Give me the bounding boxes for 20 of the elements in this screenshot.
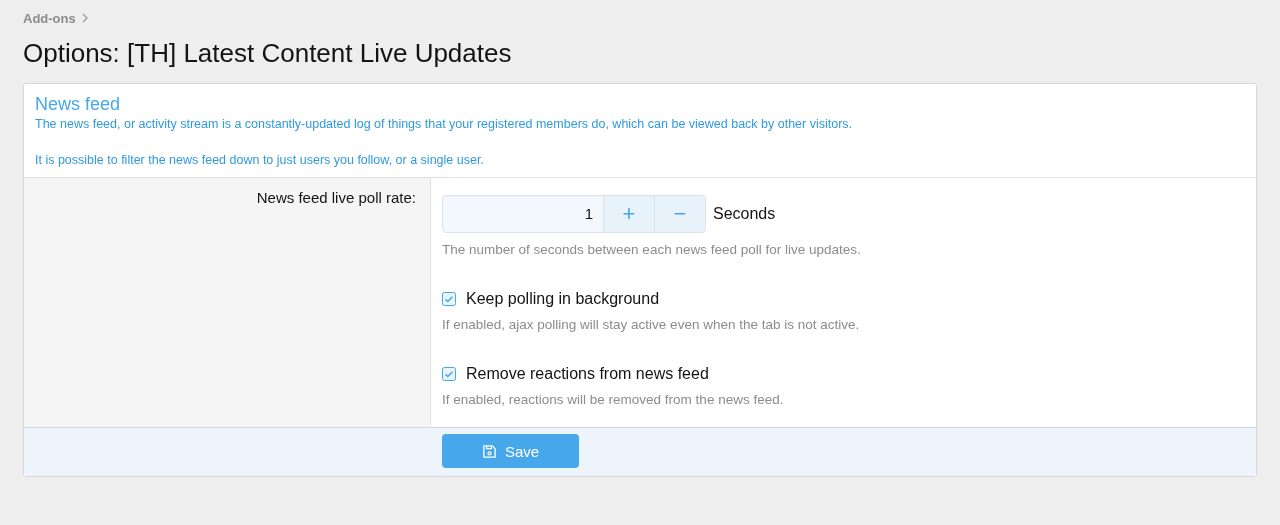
option-label: News feed live poll rate: xyxy=(256,188,416,208)
group-description: The news feed, or activity stream is a constantly-updated log of things that your registered members do, which can be viewed back by other visitors. xyxy=(35,116,854,133)
group-description: It is possible to filter the news feed down to just users you follow, or a single user. xyxy=(35,152,485,169)
checkbox-label: Keep polling in background xyxy=(466,290,660,308)
breadcrumb-link[interactable]: Add-ons xyxy=(23,10,76,26)
option-hint: If enabled, ajax polling will stay active even when the tab is not active. xyxy=(442,316,861,334)
chevron-icon xyxy=(81,13,88,23)
number-input[interactable]: 1 xyxy=(443,196,603,232)
checkbox[interactable] xyxy=(442,292,456,306)
option-hint: If enabled, reactions will be removed from the news feed. xyxy=(442,391,785,409)
page-title: Options: [TH] Latest Content Live Updates xyxy=(23,37,513,69)
units-label: Seconds xyxy=(713,205,776,223)
decrement-button[interactable]: − xyxy=(654,196,705,232)
group-title: News feed xyxy=(35,93,122,115)
save-button[interactable]: Save xyxy=(442,434,579,468)
number-spinbox[interactable]: 1 + − xyxy=(442,195,706,233)
option-hint: The number of seconds between each news feed poll for live updates. xyxy=(442,241,862,259)
increment-button[interactable]: + xyxy=(603,196,654,232)
checkbox-label: Remove reactions from news feed xyxy=(466,365,709,383)
checkbox[interactable] xyxy=(442,367,456,381)
